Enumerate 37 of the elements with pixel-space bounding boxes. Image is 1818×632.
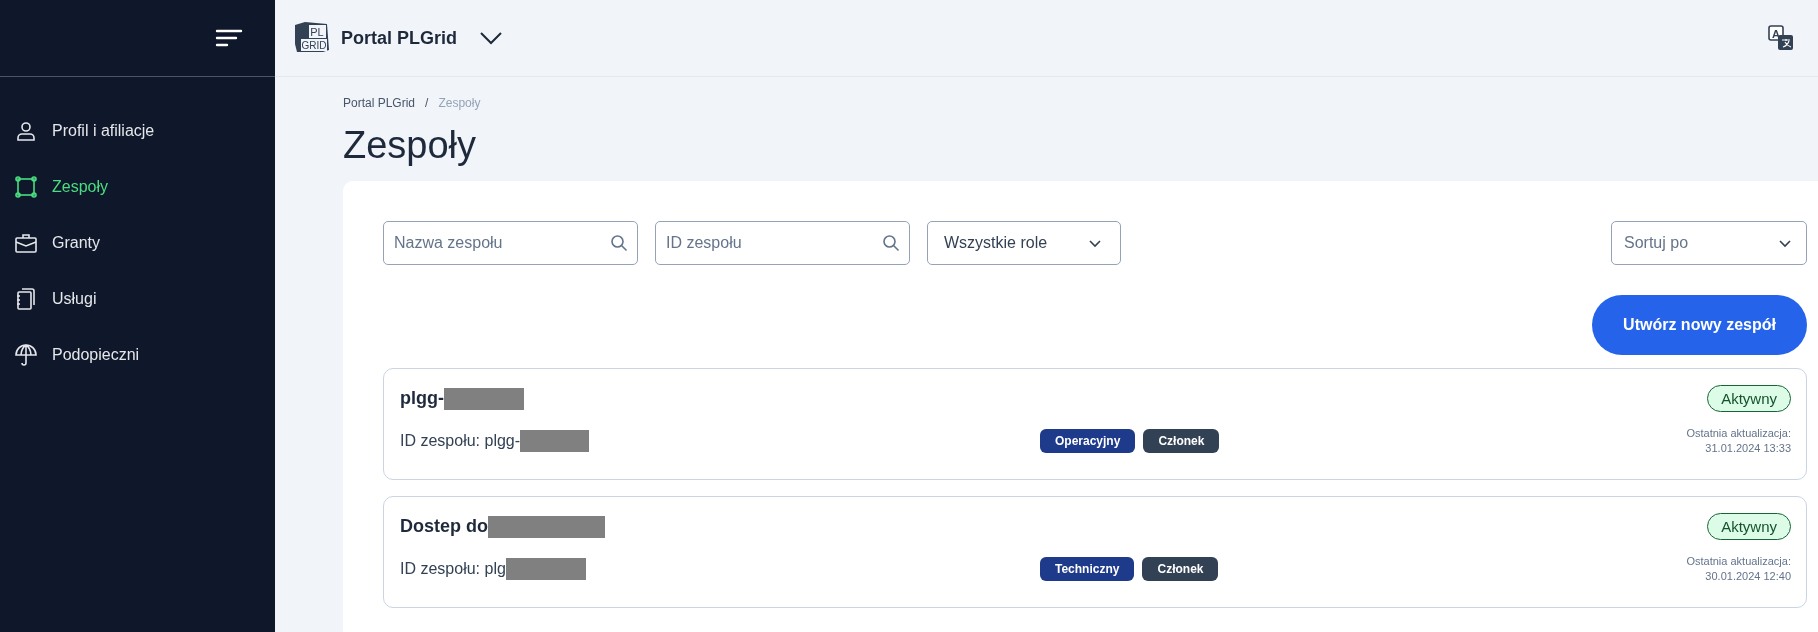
sidebar-item[interactable]: Usługi bbox=[0, 271, 103, 327]
tag: Członek bbox=[1143, 429, 1220, 453]
chevron-down-icon[interactable] bbox=[479, 31, 503, 45]
status-badge: Aktywny bbox=[1707, 513, 1791, 540]
tag: Techniczny bbox=[1040, 557, 1135, 581]
sidebar-item[interactable]: Zespoły bbox=[0, 159, 115, 215]
team-card[interactable]: Dostep do Aktywny ID zespołu: plg Techniczny Członek Ostatnia aktualizacja: 30.01.2024 12:40 bbox=[383, 496, 1807, 608]
create-team-button[interactable]: Utwórz nowy zespół bbox=[1592, 295, 1807, 355]
app-title: Portal PLGrid bbox=[341, 27, 457, 49]
menu-icon[interactable] bbox=[215, 28, 243, 48]
sidebar-item[interactable]: Granty bbox=[0, 215, 106, 271]
sort-dropdown[interactable]: Sortuj po bbox=[1611, 221, 1807, 265]
search-field[interactable]: ID zespołu bbox=[655, 221, 910, 265]
team-id: ID zespołu: plg bbox=[400, 560, 506, 578]
tag: Operacyjny bbox=[1040, 429, 1136, 453]
last-updated: Ostatnia aktualizacja: 31.01.2024 13:33 bbox=[1686, 426, 1791, 456]
team-name: Dostep do bbox=[400, 516, 488, 537]
umbrella-icon bbox=[14, 343, 38, 367]
last-updated: Ostatnia aktualizacja: 30.01.2024 12:40 bbox=[1686, 554, 1791, 584]
role-dropdown[interactable]: Wszystkie role bbox=[927, 221, 1121, 265]
team-id: ID zespołu: plgg- bbox=[400, 432, 521, 450]
status-badge: Aktywny bbox=[1707, 385, 1791, 412]
breadcrumb-separator: / bbox=[425, 96, 429, 110]
page-title: Zespoły bbox=[343, 124, 478, 167]
team-icon bbox=[14, 175, 38, 199]
search-icon bbox=[610, 234, 628, 252]
team-card[interactable]: plgg- Aktywny ID zespołu: plgg- Operacyjny Członek Ostatnia aktualizacja: 31.01.2024 13:33 bbox=[383, 368, 1807, 480]
person-icon bbox=[14, 119, 38, 143]
briefcase-icon bbox=[14, 231, 38, 255]
search-icon bbox=[882, 234, 900, 252]
sidebar-item[interactable]: Podopieczni bbox=[0, 327, 146, 383]
search-field[interactable]: Nazwa zespołu bbox=[383, 221, 638, 265]
notebook-icon bbox=[14, 287, 38, 311]
breadcrumb-link[interactable]: Portal PLGrid bbox=[343, 96, 416, 110]
sidebar-item[interactable]: Profil i afiliacje bbox=[0, 103, 161, 159]
tag: Członek bbox=[1142, 557, 1219, 581]
team-name: plgg- bbox=[400, 388, 444, 409]
